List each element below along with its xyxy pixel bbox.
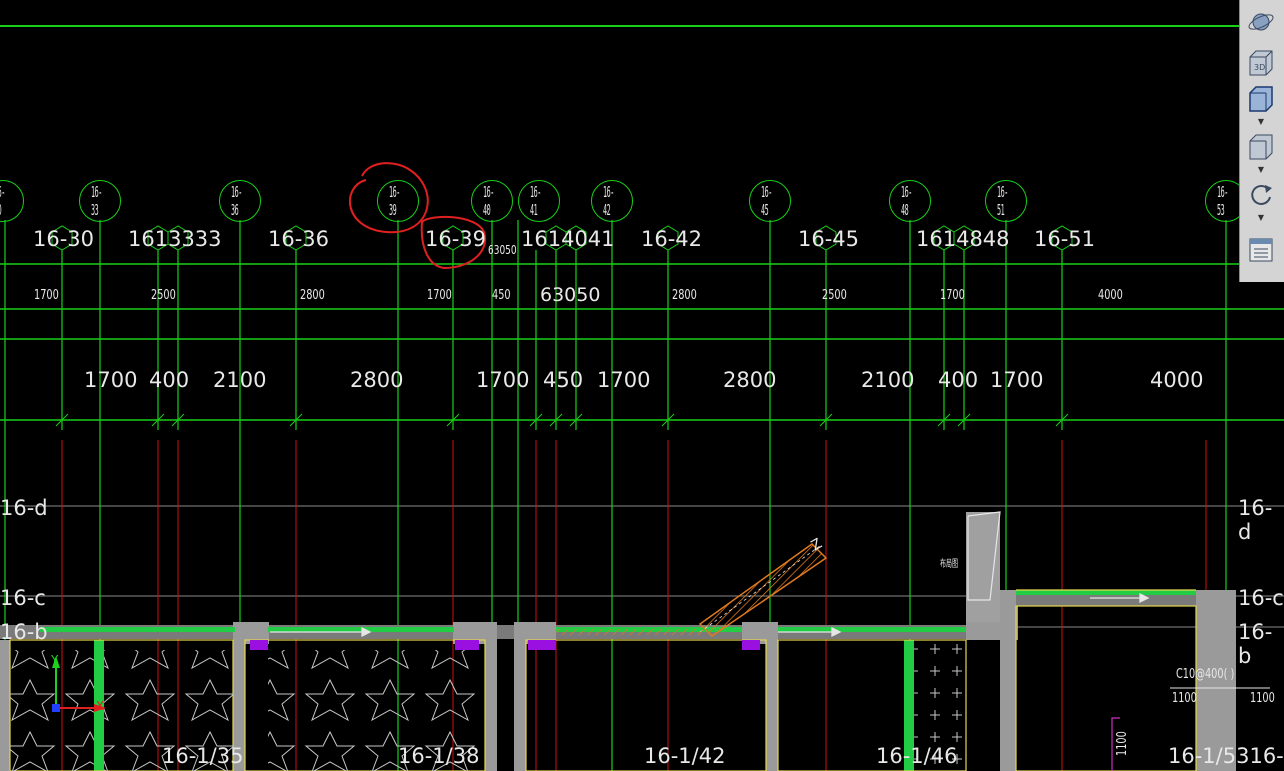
column-bubble-16-39[interactable]: 16-39	[377, 180, 419, 222]
dim-small-1: 1700	[34, 288, 59, 303]
ucs-x-label: X	[96, 699, 105, 713]
axis-label-16-48: 1614848	[916, 227, 1010, 251]
axis-label-16-36: 16-36	[268, 227, 330, 251]
front-view-icon	[1249, 86, 1273, 112]
row-label-b-right: 16-b	[1238, 620, 1273, 668]
small-note: 63050	[488, 243, 517, 257]
dim-big-6: 450	[543, 368, 584, 392]
column-bubble-16-40[interactable]: 16-40	[471, 180, 513, 222]
column-bubble-16-33[interactable]: 16-33	[79, 180, 121, 222]
room-label-42: 16-1/42	[644, 744, 726, 768]
dim-big-2: 400	[149, 368, 190, 392]
column-bubble-16-42[interactable]: 16-42	[591, 180, 633, 222]
dim-big-8: 2800	[723, 368, 777, 392]
room-label-46: 16-1/46	[876, 744, 958, 768]
dim-big-7: 1700	[597, 368, 651, 392]
column-bubble-16-51[interactable]: 16-51	[985, 180, 1027, 222]
column-bubble-16-36[interactable]: 16-36	[219, 180, 261, 222]
dim-big-11: 1700	[990, 368, 1044, 392]
room-label-53: 16-1/5316-	[1168, 744, 1284, 768]
dim-big-3: 2100	[213, 368, 267, 392]
row-label-c-right: 16-c	[1238, 586, 1284, 610]
front-dropdown-icon[interactable]: ▼	[1257, 118, 1265, 126]
axis-label-16-33: 1613333	[128, 227, 222, 251]
ucs-y-label: Y	[51, 653, 59, 667]
dim-big-5: 1700	[476, 368, 530, 392]
dim-small-7: 2800	[672, 288, 697, 303]
rotate-icon	[1251, 184, 1272, 205]
dim-small-8: 2500	[822, 288, 847, 303]
orbit-icon	[1248, 13, 1274, 31]
view-front-button[interactable]	[1244, 82, 1278, 114]
dim-small-10: 4000	[1098, 288, 1123, 303]
cad-canvas[interactable]: 16-30 16-33 16-36 16-39 16-40 16-41 16-4…	[0, 0, 1284, 771]
beam-dim-b: 1100	[1250, 691, 1275, 706]
cube-3d-icon: 3D	[1249, 50, 1273, 76]
dim-small-4: 1700	[427, 288, 452, 303]
dim-small-3: 2800	[300, 288, 325, 303]
layer-panel-icon	[1249, 238, 1273, 262]
dim-small-5: 450	[492, 288, 511, 303]
row-label-c-left: 16-c	[0, 586, 46, 610]
dim-small-6: 63050	[540, 284, 601, 306]
row-label-d-right: 16-d	[1238, 496, 1273, 544]
axis-label-16-40: 1614041	[521, 227, 615, 251]
column-bubble-16-41[interactable]: 16-41	[518, 180, 560, 222]
beam-dim-a: 1100	[1172, 691, 1197, 706]
dim-big-12: 4000	[1150, 368, 1204, 392]
beam-spec: C10@400( )	[1176, 667, 1235, 682]
room-label-38: 16-1/38	[398, 744, 480, 768]
navigation-toolbar: 3D ▼ ▼ ▼	[1239, 0, 1284, 282]
dim-big-10: 400	[938, 368, 979, 392]
orbit-button[interactable]	[1244, 6, 1278, 38]
svg-text:3D: 3D	[1254, 63, 1265, 72]
axis-label-16-45: 16-45	[798, 227, 860, 251]
row-label-d-left: 16-d	[0, 496, 48, 520]
axis-label-16-39: 16-39	[425, 227, 487, 251]
dim-big-9: 2100	[861, 368, 915, 392]
axis-label-16-51: 16-51	[1034, 227, 1096, 251]
axis-label-16-42: 16-42	[641, 227, 703, 251]
view-side-button[interactable]	[1244, 130, 1278, 162]
layer-manager-button[interactable]	[1244, 234, 1278, 266]
side-dropdown-icon[interactable]: ▼	[1257, 166, 1265, 174]
room-label-35: 16-1/35	[162, 744, 244, 768]
hatched-beam	[556, 629, 706, 635]
side-view-icon	[1249, 134, 1273, 160]
dim-big-1: 1700	[84, 368, 138, 392]
small-mark: 布局图	[940, 559, 958, 570]
column-bubble-16-45[interactable]: 16-45	[749, 180, 791, 222]
beam-dim-vertical: 1100	[1115, 731, 1130, 756]
rotate-dropdown-icon[interactable]: ▼	[1257, 214, 1265, 222]
columns-purple	[250, 640, 760, 650]
dim-big-4: 2800	[350, 368, 404, 392]
3d-view-button[interactable]: 3D	[1244, 46, 1278, 78]
column-bubble-16-48[interactable]: 16-48	[889, 180, 931, 222]
axis-label-16-30: 16-30	[33, 227, 95, 251]
row-label-b-left: 16-b	[0, 620, 48, 644]
dim-small-9: 1700	[940, 288, 965, 303]
rotate-button[interactable]	[1244, 178, 1278, 210]
dim-small-2: 2500	[151, 288, 176, 303]
